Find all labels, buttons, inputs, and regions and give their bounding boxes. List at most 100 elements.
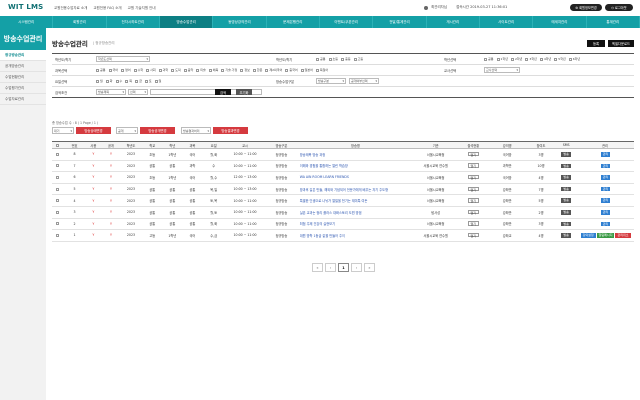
nav-item[interactable]: 시스템관리 [0,16,54,28]
checkbox-option[interactable]: 과학 [158,68,168,72]
nav-item[interactable]: 사이트관리 [480,16,534,28]
checkbox-option[interactable]: 4학년 [539,57,551,61]
manage-button[interactable]: 관리 [600,221,611,227]
open-status-select[interactable]: 공개여부선택 ▾ [349,78,379,84]
checkbox[interactable] [240,68,244,72]
row-checkbox[interactable] [56,164,60,168]
checkbox[interactable] [158,68,162,72]
attendance-button[interactable]: 열기 [467,151,480,157]
page-number[interactable]: 1 [338,263,349,272]
checkbox-option[interactable]: 5학년 [554,57,566,61]
checkbox-option[interactable]: 목 [125,79,132,83]
broadcast-title-link[interactable]: 특별한 인생으로 나뉘가 열릴을 천기는 재미특 여든 [297,194,414,207]
manage-button[interactable]: 관리 [600,210,611,215]
sidebar-item[interactable]: 공개방송관리 [0,61,46,72]
checkbox[interactable] [539,57,543,61]
row-checkbox[interactable] [56,187,60,191]
sms-button[interactable]: 발송 [561,233,571,238]
checkbox-option[interactable]: 독일어 [315,68,328,72]
attendance-button[interactable]: 열기 [467,198,480,203]
checkbox-option[interactable]: 사회 [146,68,156,72]
attendance-button[interactable]: 열기 [467,163,480,168]
checkbox[interactable] [105,79,109,83]
sms-button[interactable]: 발송 [561,198,571,203]
top-link[interactable]: 교원전용 FAQ 소개 [93,6,121,11]
checkbox-option[interactable]: 수학 [133,68,143,72]
nav-item[interactable]: 메세지관리 [533,16,587,28]
checkbox[interactable] [154,79,158,83]
page-nav-button[interactable]: » [364,263,375,272]
result-change-button[interactable]: 방송결과변경 [213,127,248,134]
page-nav-button[interactable]: « [312,263,323,272]
checkbox[interactable] [96,68,99,72]
checkbox[interactable] [171,68,175,72]
checkbox[interactable] [133,68,137,72]
checkbox[interactable] [108,68,112,72]
checkbox-option[interactable]: 금 [135,79,142,83]
sidebar-item[interactable]: 수업평가관리 [0,83,46,94]
checkbox[interactable] [316,57,319,61]
nav-item[interactable]: 게시관리 [427,16,480,28]
checkbox-option[interactable]: 수 [115,79,122,83]
manage-button[interactable]: 관리취소 [615,233,631,238]
checkbox-option[interactable]: 일 [154,79,161,83]
checkbox-option[interactable]: 체육 [208,68,218,72]
reset-button[interactable]: 초기화 [236,89,252,95]
checkbox-option[interactable]: 화 [105,79,113,83]
checkbox[interactable] [554,57,558,61]
manage-button[interactable]: 알림메시지 [596,233,615,238]
manage-button[interactable]: 관리 [600,152,611,157]
checkbox-option[interactable]: 영어 [121,68,131,72]
open-select[interactable]: 공개 ▾ [116,127,138,134]
manage-button[interactable]: 관리 [600,186,611,192]
nav-item[interactable]: 전자시하트관리 [107,16,160,28]
checkbox-option[interactable]: 기술·가정 [221,68,237,72]
checkbox[interactable] [208,68,212,72]
manage-button[interactable]: 강의설정 [580,233,596,238]
checkbox[interactable] [484,57,487,61]
checkbox-option[interactable]: 초등 [328,57,338,61]
row-checkbox[interactable] [56,222,60,226]
checkbox[interactable] [510,57,514,61]
checkbox[interactable] [265,68,269,72]
checkbox[interactable] [300,68,304,72]
row-checkbox[interactable] [56,152,60,156]
status-select[interactable]: 대기 ▾ [52,127,74,134]
top-link[interactable]: 교원 기술지원 안내 [128,6,156,11]
checkbox[interactable] [125,79,129,83]
checkbox-option[interactable]: 제2외국어 [265,68,282,72]
checkbox-option[interactable]: 3학년 [525,57,537,61]
broadcast-title-link[interactable]: WA AIN ROOM LEARN FRIENDS [297,171,414,184]
manage-button[interactable]: 관리 [600,175,611,180]
broadcast-title-link[interactable]: 최첨 주제 건강의 실현보기 [297,218,414,231]
sidebar-item[interactable]: 수업자료관리 [0,94,46,105]
sms-button[interactable]: 발송 [561,175,571,180]
checkbox[interactable] [315,68,319,72]
checkbox-option[interactable]: 미술 [196,68,206,72]
checkbox-option[interactable]: 공통 [316,57,326,61]
broadcast-title-link[interactable]: 방송제목 방송 과정 [297,148,414,161]
register-button[interactable]: 등록 [587,40,605,47]
row-checkbox[interactable] [56,199,60,203]
nav-item[interactable]: 전달/통계관리 [373,16,427,28]
sms-button[interactable]: 발송 [561,210,571,215]
sms-button[interactable]: 발송 [561,163,571,169]
checkbox-option[interactable]: 고등 [353,57,363,61]
checkbox-option[interactable]: 정보 [240,68,250,72]
nav-item[interactable]: 문제은행관리 [267,16,320,28]
sidebar-item[interactable]: 정규방송관리 [0,50,46,61]
select-all-checkbox[interactable] [56,143,60,147]
broadcast-title-link[interactable]: 이해와 경험을 통합하는 열린 학습방 [297,160,414,173]
nav-item[interactable]: 회원관리 [53,16,107,28]
broadcast-type-select[interactable]: 방송구분 ▾ [316,78,346,84]
checkbox[interactable] [341,57,345,61]
result-select[interactable]: 방송결과처리 ▾ [181,127,211,134]
checkbox[interactable] [115,79,119,83]
checkbox-option[interactable]: 월 [96,79,103,83]
checkbox[interactable] [121,68,125,72]
checkbox-option[interactable]: 중국어 [285,68,298,72]
checkbox-option[interactable]: 일본어 [300,68,313,72]
attendance-button[interactable]: 열기 [467,174,480,180]
checkbox[interactable] [196,68,200,72]
status-change-button[interactable]: 방송상태변경 [76,127,111,134]
